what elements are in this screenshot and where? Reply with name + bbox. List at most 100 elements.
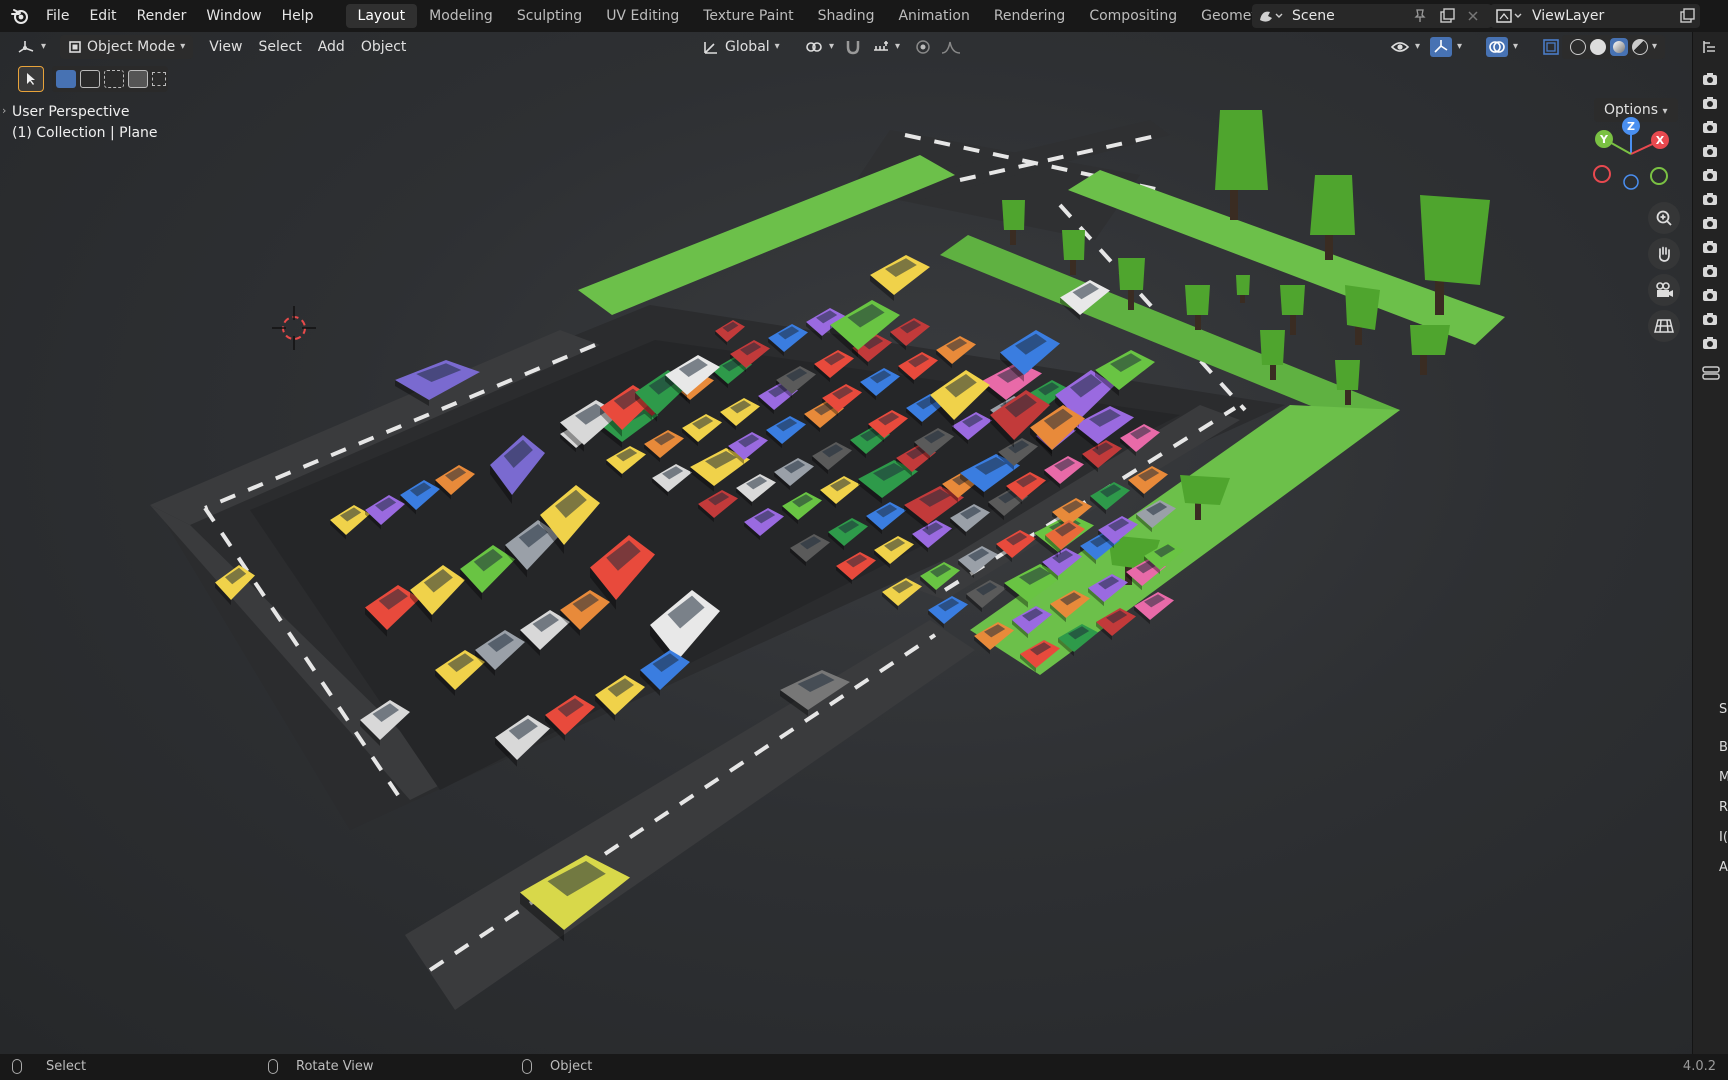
material-shading-icon[interactable] xyxy=(1610,38,1628,56)
3d-view-icon xyxy=(18,41,34,53)
pan-view-button[interactable] xyxy=(1648,238,1680,270)
scene-icon xyxy=(1260,11,1283,22)
menu-view[interactable]: View xyxy=(201,35,250,59)
editor-type-dropdown[interactable]: ▾ xyxy=(8,35,54,59)
overlays-toggle[interactable]: ▾ xyxy=(1478,35,1526,59)
camera-view-button[interactable] xyxy=(1648,274,1680,306)
gizmo-toggle[interactable]: ▾ xyxy=(1422,35,1470,59)
rendered-shading-icon[interactable] xyxy=(1632,39,1648,55)
solid-shading-icon[interactable] xyxy=(1590,39,1606,55)
outliner-strip: S B M R I( A xyxy=(1692,32,1728,1054)
viewport-header: ▾ Object Mode ▾ View Select Add Object G… xyxy=(0,32,1692,62)
xray-icon xyxy=(1543,39,1559,55)
wireframe-shading-icon[interactable] xyxy=(1570,39,1586,55)
tab-layout[interactable]: Layout xyxy=(345,4,418,28)
grid-icon xyxy=(1654,319,1674,333)
select-new-icon[interactable] xyxy=(56,70,76,88)
zoom-icon xyxy=(1656,210,1672,226)
right-letter-s: S xyxy=(1719,702,1728,717)
orientation-dropdown[interactable]: Global ▾ xyxy=(694,35,788,59)
new-scene-icon[interactable] xyxy=(1438,7,1456,25)
render-visibility-camera-icon[interactable] xyxy=(1701,334,1719,352)
tab-texture-paint[interactable]: Texture Paint xyxy=(691,4,805,28)
menu-object[interactable]: Object xyxy=(353,35,415,59)
menu-help[interactable]: Help xyxy=(272,0,324,32)
gizmo-z-label: Z xyxy=(1627,120,1635,133)
orientation-label: Global xyxy=(725,39,770,55)
select-invert-icon[interactable] xyxy=(128,70,148,88)
snap-target-dropdown[interactable]: ▾ xyxy=(864,35,908,59)
active-object-label: (1) Collection | Plane xyxy=(12,125,158,141)
render-visibility-camera-icon[interactable] xyxy=(1701,310,1719,328)
render-visibility-camera-icon[interactable] xyxy=(1701,118,1719,136)
editor-type-icon[interactable] xyxy=(1701,38,1721,56)
mouse-right-icon xyxy=(522,1059,532,1074)
mouse-middle-icon xyxy=(268,1059,278,1074)
render-visibility-camera-icon[interactable] xyxy=(1701,142,1719,160)
status-select-label: Select xyxy=(46,1059,87,1074)
status-rotate-label: Rotate View xyxy=(296,1059,374,1074)
tab-sculpting[interactable]: Sculpting xyxy=(505,4,594,28)
scene-selector[interactable]: Scene xyxy=(1252,4,1492,28)
3d-cursor-icon xyxy=(272,306,316,350)
menu-select[interactable]: Select xyxy=(251,35,310,59)
close-icon[interactable] xyxy=(1466,9,1480,23)
pin-icon[interactable] xyxy=(1412,8,1428,24)
mode-dropdown[interactable]: Object Mode ▾ xyxy=(60,35,194,59)
mode-label: Object Mode xyxy=(87,39,176,55)
new-view-layer-icon[interactable] xyxy=(1678,7,1696,25)
select-subtract-icon[interactable] xyxy=(104,70,124,88)
menu-edit[interactable]: Edit xyxy=(79,0,126,32)
zoom-view-button[interactable] xyxy=(1648,202,1680,234)
properties-toggle-icon[interactable] xyxy=(1701,364,1721,382)
workspace-tabs: Layout Modeling Sculpting UV Editing Tex… xyxy=(345,0,1349,32)
gizmo-x-label: X xyxy=(1656,134,1665,147)
menu-file[interactable]: File xyxy=(36,0,79,32)
right-letter-a: A xyxy=(1719,860,1728,875)
menu-window[interactable]: Window xyxy=(196,0,271,32)
toolbar-collapse-arrow[interactable]: › xyxy=(2,104,6,117)
tab-uv-editing[interactable]: UV Editing xyxy=(594,4,691,28)
select-tool-button[interactable] xyxy=(18,66,44,92)
overlay-icon xyxy=(1486,37,1508,57)
select-intersect-icon[interactable] xyxy=(152,72,166,86)
view-perspective-label: User Perspective xyxy=(12,104,130,120)
view-layer-name: ViewLayer xyxy=(1532,8,1605,24)
render-visibility-camera-icon[interactable] xyxy=(1701,70,1719,88)
select-extend-icon[interactable] xyxy=(80,70,100,88)
ortho-toggle-button[interactable] xyxy=(1648,310,1680,342)
menu-render[interactable]: Render xyxy=(127,0,197,32)
render-visibility-camera-icon[interactable] xyxy=(1701,94,1719,112)
tab-modeling[interactable]: Modeling xyxy=(417,4,505,28)
3d-viewport[interactable]: User Perspective (1) Collection | Plane … xyxy=(0,32,1692,1054)
navigation-gizmo[interactable]: Z X Y xyxy=(1586,114,1676,204)
vehicle-model[interactable] xyxy=(966,580,1006,613)
tab-rendering[interactable]: Rendering xyxy=(982,4,1078,28)
mouse-left-icon xyxy=(12,1059,22,1074)
cursor-arrow-icon xyxy=(27,73,35,85)
vehicle-model[interactable] xyxy=(870,255,930,301)
view-layer-selector[interactable]: ViewLayer xyxy=(1490,4,1700,28)
right-letter-i: I( xyxy=(1719,830,1728,845)
status-bar: Select Rotate View Object 4.0.2 xyxy=(0,1054,1728,1080)
tab-animation[interactable]: Animation xyxy=(886,4,981,28)
render-visibility-camera-icon[interactable] xyxy=(1701,190,1719,208)
render-visibility-camera-icon[interactable] xyxy=(1701,238,1719,256)
render-visibility-camera-icon[interactable] xyxy=(1701,166,1719,184)
view-layer-icon xyxy=(1496,9,1522,23)
tab-compositing[interactable]: Compositing xyxy=(1077,4,1189,28)
render-visibility-camera-icon[interactable] xyxy=(1701,286,1719,304)
falloff-dropdown[interactable] xyxy=(932,35,970,59)
render-visibility-camera-icon[interactable] xyxy=(1701,214,1719,232)
gizmo-icon xyxy=(1430,37,1452,57)
eye-icon xyxy=(1390,42,1410,52)
tab-shading[interactable]: Shading xyxy=(806,4,887,28)
blender-logo-icon[interactable] xyxy=(4,0,36,32)
proportional-icon xyxy=(916,40,930,54)
falloff-curve-icon xyxy=(941,41,961,54)
pivot-icon xyxy=(806,42,822,52)
orientation-icon xyxy=(704,42,717,54)
menu-add[interactable]: Add xyxy=(310,35,353,59)
render-visibility-camera-icon[interactable] xyxy=(1701,262,1719,280)
scene-render xyxy=(150,110,1505,1010)
